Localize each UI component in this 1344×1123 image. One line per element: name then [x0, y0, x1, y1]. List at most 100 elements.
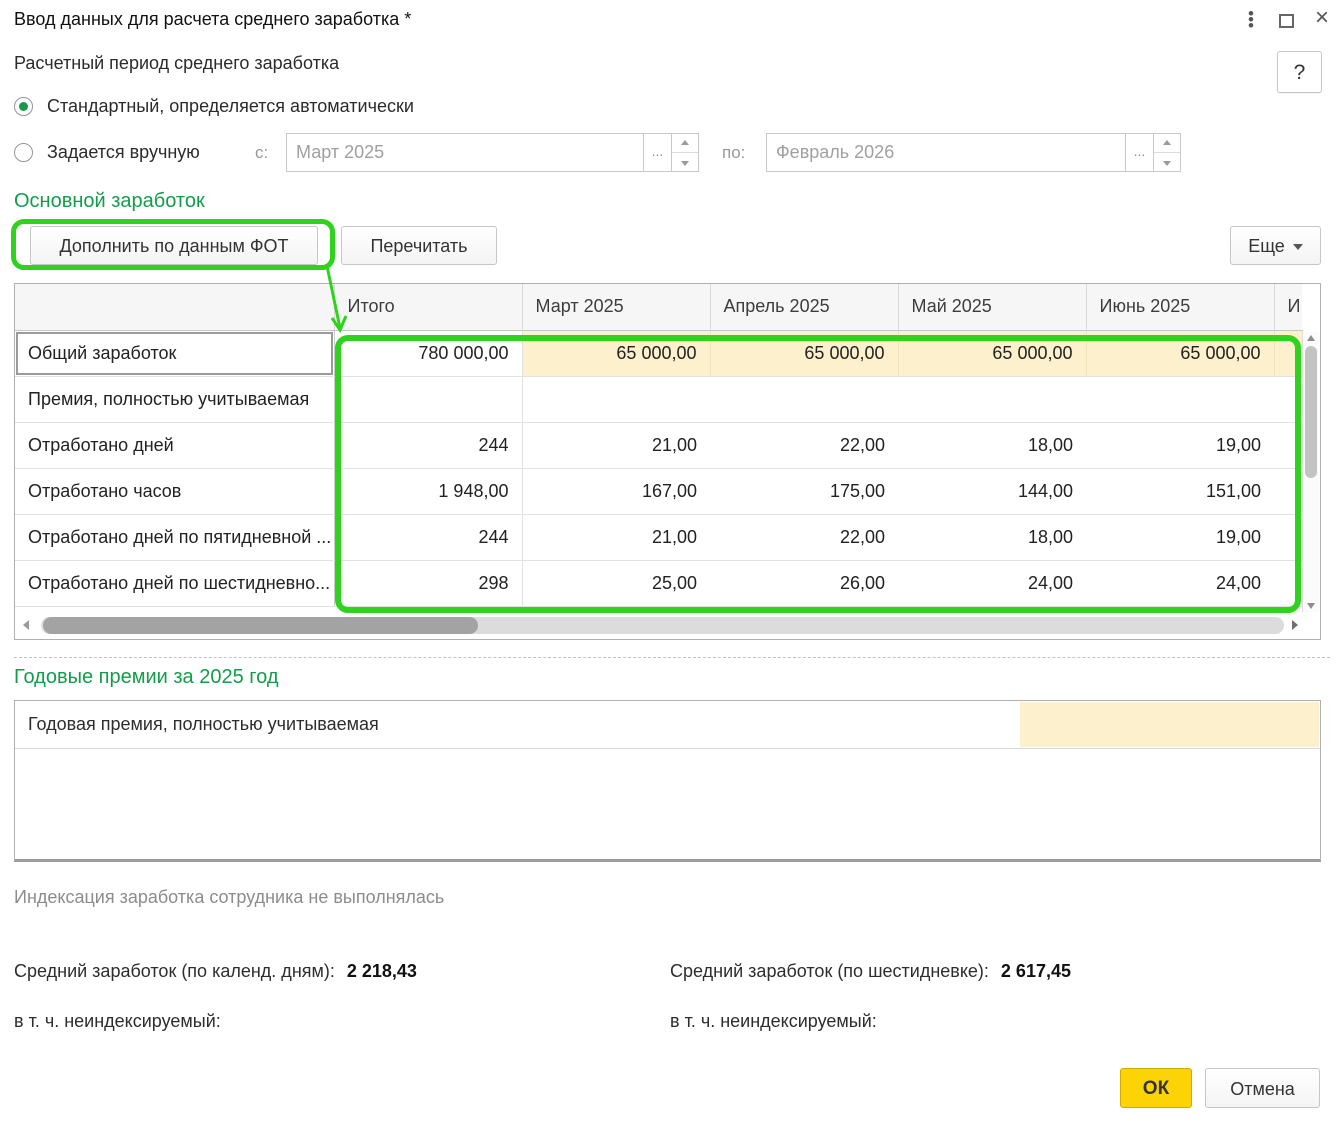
month-value-cell[interactable]: 24,00	[898, 560, 1086, 606]
row-label-cell[interactable]: Общий заработок	[15, 330, 334, 376]
row-label-cell[interactable]: Отработано часов	[15, 468, 334, 514]
total-value-cell[interactable]: 244	[334, 422, 522, 468]
column-header-month: Апрель 2025	[710, 284, 898, 330]
to-label: по:	[722, 143, 745, 163]
table-row: Общий заработок780 000,0065 000,0065 000…	[15, 330, 1302, 376]
table-row: Отработано дней по пятидневной ...24421,…	[15, 514, 1302, 560]
month-value-cell[interactable]: 151,00	[1086, 468, 1274, 514]
month-value-cell[interactable]: 18,00	[898, 422, 1086, 468]
avg-calendar-value: 2 218,43	[347, 961, 417, 981]
month-value-cell[interactable]: 22,00	[710, 514, 898, 560]
total-value-cell[interactable]: 298	[334, 560, 522, 606]
from-date-input[interactable]: Март 2025	[286, 133, 644, 172]
window-title: Ввод данных для расчета среднего заработ…	[14, 9, 411, 30]
radio-manual[interactable]	[14, 143, 33, 162]
chevron-down-icon	[1293, 244, 1303, 250]
spin-up-icon[interactable]	[1154, 134, 1180, 153]
row-label-cell[interactable]: Отработано дней	[15, 422, 334, 468]
vertical-scrollbar[interactable]	[1302, 332, 1319, 612]
total-value-cell[interactable]: 244	[334, 514, 522, 560]
month-value-cell[interactable]: 65 000,00	[522, 330, 710, 376]
month-value-cell[interactable]: 175,00	[710, 468, 898, 514]
month-value-cell[interactable]	[710, 376, 898, 422]
partial-value-cell[interactable]	[1274, 330, 1302, 376]
horizontal-scroll-thumb[interactable]	[43, 617, 478, 634]
month-value-cell[interactable]: 22,00	[710, 422, 898, 468]
cancel-button[interactable]: Отмена	[1205, 1068, 1320, 1108]
month-value-cell[interactable]: 21,00	[522, 422, 710, 468]
scroll-down-icon[interactable]	[1307, 603, 1315, 609]
spin-down-icon[interactable]	[672, 153, 698, 172]
horizontal-scroll-track[interactable]	[41, 617, 1284, 634]
horizontal-scrollbar[interactable]	[17, 615, 1300, 636]
annual-section-title: Годовые премии за 2025 год	[14, 666, 278, 689]
month-value-cell[interactable]: 19,00	[1086, 514, 1274, 560]
month-value-cell[interactable]	[898, 376, 1086, 422]
partial-value-cell[interactable]	[1274, 376, 1302, 422]
scroll-right-icon[interactable]	[1292, 620, 1298, 630]
avg-sixday-line: Средний заработок (по шестидневке): 2 617…	[670, 961, 1071, 982]
month-value-cell[interactable]	[522, 376, 710, 422]
month-value-cell[interactable]: 26,00	[710, 560, 898, 606]
ok-button[interactable]: ОК	[1120, 1068, 1192, 1108]
partial-value-cell[interactable]	[1274, 560, 1302, 606]
reread-button[interactable]: Перечитать	[341, 226, 497, 265]
month-value-cell[interactable]: 144,00	[898, 468, 1086, 514]
month-value-cell[interactable]: 65 000,00	[710, 330, 898, 376]
radio-standard-auto[interactable]	[14, 97, 33, 116]
maximize-icon[interactable]	[1279, 14, 1294, 28]
column-header-partial: И	[1274, 284, 1302, 330]
indexation-note: Индексация заработка сотрудника не выпол…	[14, 887, 444, 908]
row-label-cell[interactable]: Премия, полностью учитываемая	[15, 376, 334, 422]
to-date-input[interactable]: Февраль 2026	[766, 133, 1126, 172]
from-label: с:	[255, 143, 268, 163]
scroll-up-icon[interactable]	[1307, 335, 1315, 341]
month-value-cell[interactable]: 18,00	[898, 514, 1086, 560]
vertical-scroll-thumb[interactable]	[1305, 346, 1317, 478]
to-date-spinner[interactable]	[1153, 133, 1181, 172]
partial-value-cell[interactable]	[1274, 514, 1302, 560]
main-section-title: Основной заработок	[14, 190, 205, 213]
month-value-cell[interactable]: 24,00	[1086, 560, 1274, 606]
row-label-cell[interactable]: Отработано дней по пятидневной ...	[15, 514, 334, 560]
window-menu-kebab-icon[interactable]: •••	[1243, 11, 1259, 31]
column-header-month: Март 2025	[522, 284, 710, 330]
month-value-cell[interactable]: 19,00	[1086, 422, 1274, 468]
from-date-picker-button[interactable]: ...	[643, 133, 672, 172]
to-date-picker-button[interactable]: ...	[1125, 133, 1154, 172]
column-header-total: Итого	[334, 284, 522, 330]
spin-up-icon[interactable]	[672, 134, 698, 153]
avg-sixday-value: 2 617,45	[1001, 961, 1071, 981]
partial-value-cell[interactable]	[1274, 468, 1302, 514]
total-value-cell[interactable]: 780 000,00	[334, 330, 522, 376]
radio-row-manual: Задается вручную	[14, 133, 200, 172]
annual-premium-row[interactable]: Годовая премия, полностью учитываемая	[15, 701, 1320, 749]
radio-manual-label: Задается вручную	[47, 142, 200, 163]
month-value-cell[interactable]: 167,00	[522, 468, 710, 514]
total-value-cell[interactable]: 1 948,00	[334, 468, 522, 514]
annual-premium-row-label: Годовая премия, полностью учитываемая	[28, 714, 379, 735]
month-value-cell[interactable]: 21,00	[522, 514, 710, 560]
avg-calendar-label: Средний заработок (по календ. дням):	[14, 961, 335, 981]
radio-standard-auto-label: Стандартный, определяется автоматически	[47, 96, 414, 117]
spin-down-icon[interactable]	[1154, 153, 1180, 172]
help-button[interactable]: ?	[1277, 51, 1322, 93]
avg-calendar-line: Средний заработок (по календ. дням): 2 21…	[14, 961, 417, 982]
annual-premium-value-cell[interactable]	[1020, 702, 1319, 747]
table-header-row: Итого Март 2025 Апрель 2025 Май 2025 Июн…	[15, 284, 1302, 330]
fill-from-fot-button[interactable]: Дополнить по данным ФОТ	[30, 226, 318, 265]
annual-premium-table: Годовая премия, полностью учитываемая	[14, 700, 1321, 862]
from-date-spinner[interactable]	[671, 133, 699, 172]
splitter-dashed[interactable]	[14, 657, 1330, 658]
month-value-cell[interactable]: 25,00	[522, 560, 710, 606]
total-value-cell[interactable]	[334, 376, 522, 422]
avg-sixday-label: Средний заработок (по шестидневке):	[670, 961, 989, 981]
month-value-cell[interactable]: 65 000,00	[898, 330, 1086, 376]
partial-value-cell[interactable]	[1274, 422, 1302, 468]
row-label-cell[interactable]: Отработано дней по шестидневно...	[15, 560, 334, 606]
scroll-left-icon[interactable]	[23, 620, 29, 630]
close-icon[interactable]: ×	[1311, 4, 1333, 32]
month-value-cell[interactable]	[1086, 376, 1274, 422]
more-button[interactable]: Еще	[1230, 226, 1321, 265]
month-value-cell[interactable]: 65 000,00	[1086, 330, 1274, 376]
